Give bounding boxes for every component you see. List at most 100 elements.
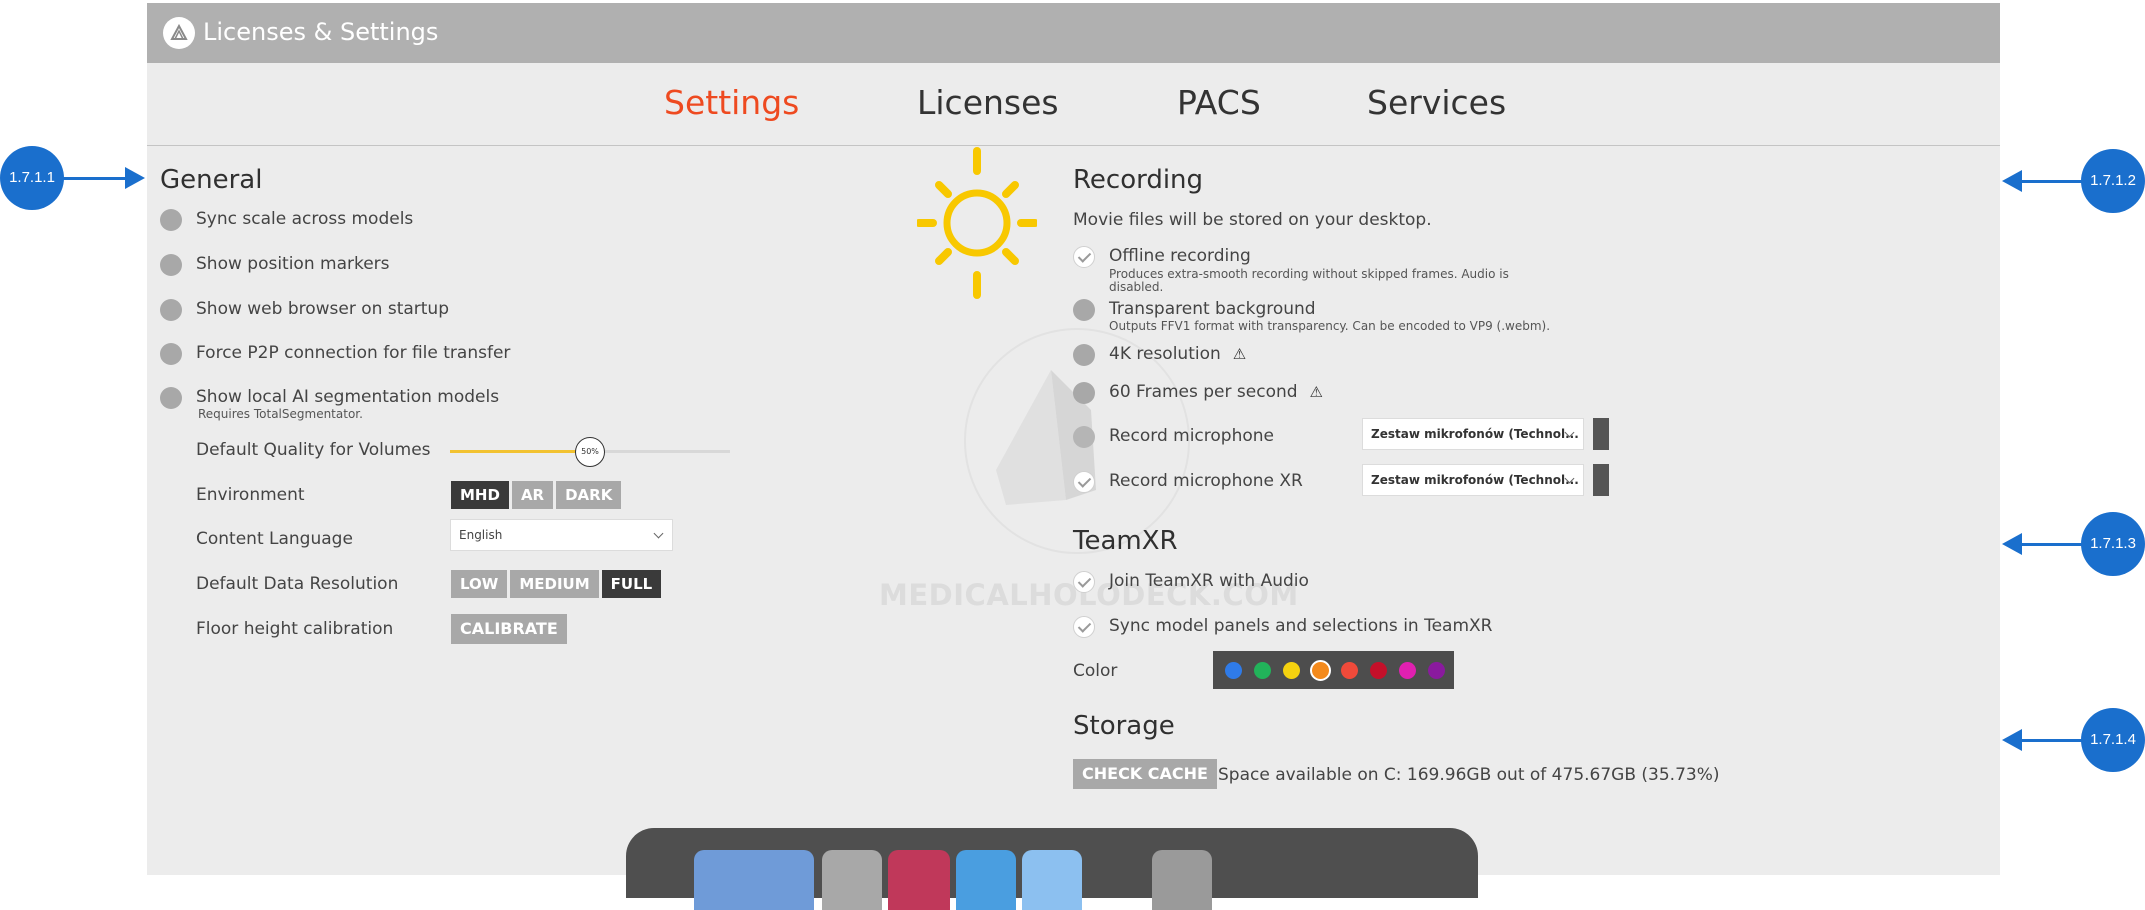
toggle-check[interactable] xyxy=(1073,571,1095,593)
toggle-transparent-background[interactable]: Transparent background Outputs FFV1 form… xyxy=(1073,299,1573,339)
arrow-left-icon xyxy=(2002,170,2022,192)
arrow-left-icon xyxy=(2002,729,2022,751)
toggle-sublabel: disabled. xyxy=(1109,280,1164,294)
toggle-position-markers[interactable]: Show position markers xyxy=(160,254,760,278)
toggle-label-text: 4K resolution xyxy=(1109,344,1221,364)
check-cache-button[interactable]: CHECK CACHE xyxy=(1073,759,1217,789)
bottom-dock xyxy=(626,828,1478,910)
recording-subtitle: Movie files will be stored on your deskt… xyxy=(1073,210,1432,230)
color-picker xyxy=(1213,651,1454,689)
toggle-check[interactable] xyxy=(1073,616,1095,638)
language-value: English xyxy=(459,528,503,542)
toggle-label: 60 Frames per second ⚠ xyxy=(1109,382,1323,402)
toggle-bullet[interactable] xyxy=(160,299,182,321)
resolution-medium[interactable]: MEDIUM xyxy=(510,570,599,598)
tab-licenses[interactable]: Licenses xyxy=(917,83,1059,122)
calibrate-button[interactable]: CALIBRATE xyxy=(451,614,567,644)
toggle-label: Join TeamXR with Audio xyxy=(1109,571,1309,591)
general-title: General xyxy=(160,165,263,195)
toggle-label: 4K resolution ⚠ xyxy=(1109,344,1246,364)
toggle-check[interactable] xyxy=(1073,471,1095,493)
toggle-sync-scale[interactable]: Sync scale across models xyxy=(160,209,760,233)
microphone-value: Zestaw mikrofonów (Technol... xyxy=(1371,427,1579,441)
toggle-sublabel: Produces extra-smooth recording without … xyxy=(1109,267,1509,281)
color-swatch[interactable] xyxy=(1254,662,1271,679)
environment-dark[interactable]: DARK xyxy=(556,481,622,509)
toggle-4k-resolution[interactable]: 4K resolution ⚠ xyxy=(1073,344,1573,368)
toggle-label: Show local AI segmentation models xyxy=(196,387,500,407)
chevron-down-icon xyxy=(653,528,664,539)
dock-tile[interactable] xyxy=(694,850,814,910)
sun-icon xyxy=(917,147,1037,299)
environment-ar[interactable]: AR xyxy=(511,481,554,509)
color-swatch[interactable] xyxy=(1310,660,1331,681)
color-swatch[interactable] xyxy=(1341,662,1358,679)
toggle-teamxr-sync[interactable]: Sync model panels and selections in Team… xyxy=(1073,616,1573,640)
callout-general: 1.7.1.1 xyxy=(0,146,64,210)
toggle-60fps[interactable]: 60 Frames per second ⚠ xyxy=(1073,382,1573,406)
resolution-full[interactable]: FULL xyxy=(601,570,662,598)
settings-panel: Licenses & Settings Settings Licenses PA… xyxy=(147,3,2000,875)
color-swatch[interactable] xyxy=(1370,662,1387,679)
color-label: Color xyxy=(1073,661,1118,681)
tab-settings[interactable]: Settings xyxy=(664,83,799,122)
resolution-low[interactable]: LOW xyxy=(451,570,508,598)
toggle-bullet[interactable] xyxy=(160,209,182,231)
toggle-bullet[interactable] xyxy=(160,387,182,409)
toggle-web-browser[interactable]: Show web browser on startup xyxy=(160,299,760,323)
toggle-p2p[interactable]: Force P2P connection for file transfer xyxy=(160,343,760,367)
dock-tile[interactable] xyxy=(888,850,950,910)
tab-pacs[interactable]: PACS xyxy=(1177,83,1261,122)
toggle-label: Record microphone XR xyxy=(1109,471,1303,491)
microphone-dropdown[interactable]: Zestaw mikrofonów (Technol... xyxy=(1362,418,1584,450)
toggle-bullet[interactable] xyxy=(1073,382,1095,404)
environment-selector: MHD AR DARK xyxy=(451,481,624,509)
toggle-bullet[interactable] xyxy=(1073,426,1095,448)
toggle-record-microphone-xr[interactable]: Record microphone XR xyxy=(1073,471,1373,495)
callout-arrow xyxy=(2020,543,2082,546)
teamxr-title: TeamXR xyxy=(1073,526,1178,556)
holodeck-logo-icon xyxy=(163,17,195,49)
toggle-check[interactable] xyxy=(1073,246,1095,268)
environment-mhd[interactable]: MHD xyxy=(451,481,509,509)
floor-label: Floor height calibration xyxy=(196,619,394,639)
toggle-bullet[interactable] xyxy=(1073,344,1095,366)
toggle-bullet[interactable] xyxy=(1073,299,1095,321)
color-swatch[interactable] xyxy=(1283,662,1300,679)
callout-recording: 1.7.1.2 xyxy=(2081,149,2145,213)
callout-arrow xyxy=(2020,739,2082,742)
dock-tile[interactable] xyxy=(822,850,882,910)
toggle-record-microphone[interactable]: Record microphone xyxy=(1073,426,1373,450)
callout-arrow xyxy=(2020,180,2082,183)
dock-tile[interactable] xyxy=(1022,850,1082,910)
tab-services[interactable]: Services xyxy=(1367,83,1506,122)
recording-title: Recording xyxy=(1073,165,1204,195)
color-swatch[interactable] xyxy=(1399,662,1416,679)
callout-teamxr: 1.7.1.3 xyxy=(2081,512,2145,576)
quality-label: Default Quality for Volumes xyxy=(196,440,431,460)
toggle-ai-segmentation[interactable]: Show local AI segmentation models Requir… xyxy=(160,387,760,427)
resolution-label: Default Data Resolution xyxy=(196,574,399,594)
toggle-bullet[interactable] xyxy=(160,254,182,276)
toggle-teamxr-audio[interactable]: Join TeamXR with Audio xyxy=(1073,571,1573,595)
color-swatch[interactable] xyxy=(1225,662,1242,679)
window-title: Licenses & Settings xyxy=(203,18,439,46)
toggle-sublabel: Requires TotalSegmentator. xyxy=(198,407,363,421)
toggle-label: Sync model panels and selections in Team… xyxy=(1109,616,1493,636)
language-dropdown[interactable]: English xyxy=(450,519,673,551)
microphone-level-meter xyxy=(1593,418,1609,450)
warning-icon: ⚠ xyxy=(1232,345,1247,363)
dock-tile[interactable] xyxy=(956,850,1016,910)
toggle-offline-recording[interactable]: Offline recording Produces extra-smooth … xyxy=(1073,246,1573,296)
toggle-label: Record microphone xyxy=(1109,426,1274,446)
toggle-bullet[interactable] xyxy=(160,343,182,365)
storage-title: Storage xyxy=(1073,711,1175,741)
microphone-xr-dropdown[interactable]: Zestaw mikrofonów (Technol... xyxy=(1362,464,1584,496)
storage-status: Space available on C: 169.96GB out of 47… xyxy=(1218,765,1720,785)
color-swatch[interactable] xyxy=(1428,662,1445,679)
toggle-label: Sync scale across models xyxy=(196,209,414,229)
toggle-label-text: 60 Frames per second xyxy=(1109,382,1298,402)
quality-slider-knob[interactable]: 50% xyxy=(575,437,605,467)
resolution-selector: LOW MEDIUM FULL xyxy=(451,570,664,598)
dock-tile[interactable] xyxy=(1152,850,1212,910)
